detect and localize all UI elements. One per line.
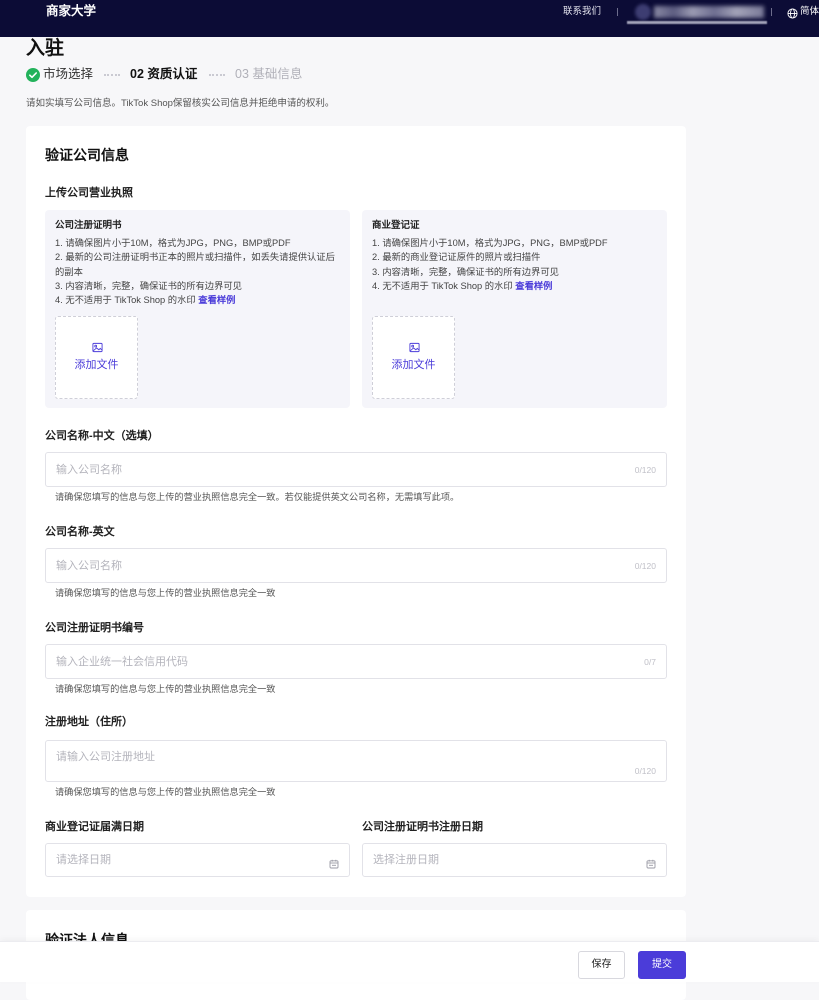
step-connector — [209, 74, 225, 76]
requirement-text: 4. 无不适用于 TikTok Shop 的水印 — [372, 280, 516, 291]
contact-us-link[interactable]: 联系我们 — [563, 5, 601, 18]
view-example-link[interactable]: 查看样例 — [198, 295, 235, 305]
topbar-divider — [617, 8, 618, 16]
view-example-link[interactable]: 查看样例 — [515, 281, 552, 291]
field-help-text: 请确保您填写的信息与您上传的营业执照信息完全一致 — [55, 787, 276, 797]
registration-number-label: 公司注册证明书编号 — [45, 622, 144, 634]
account-menu[interactable] — [627, 3, 767, 24]
upload-panel-title: 商业登记证 — [372, 220, 420, 231]
field-help-text: 请确保您填写的信息与您上传的营业执照信息完全一致 — [55, 684, 276, 694]
form-footer: 保存 提交 — [0, 941, 819, 982]
step-connector — [104, 74, 120, 76]
account-name-redacted — [654, 6, 764, 18]
registration-date-label: 公司注册证明书注册日期 — [362, 821, 483, 833]
add-file-button[interactable]: 添加文件 — [55, 316, 138, 399]
upload-panel-business-registration: 商业登记证 1. 请确保图片小于10M，格式为JPG，PNG，BMP或PDF 2… — [362, 210, 667, 408]
account-underline — [627, 21, 767, 24]
image-icon — [409, 340, 420, 353]
step-qualification: 02 资质认证 — [130, 67, 198, 81]
registration-date-input[interactable] — [373, 844, 633, 876]
language-switcher[interactable]: 简体 — [800, 5, 819, 18]
page-title: 入驻 — [26, 38, 65, 59]
requirement-item: 4. 无不适用于 TikTok Shop 的水印 查看样例 — [372, 279, 660, 293]
requirement-item: 2. 最新的商业登记证原件的照片或扫描件 — [372, 252, 541, 263]
registered-address-textarea[interactable] — [56, 750, 616, 774]
globe-icon[interactable] — [787, 6, 798, 19]
calendar-icon[interactable] — [646, 856, 656, 869]
requirement-item: 3. 内容清晰，完整，确保证书的所有边界可见 — [55, 280, 242, 291]
top-navigation-bar: 商家大学 联系我们 简体 — [0, 0, 819, 37]
registration-number-field[interactable]: 0/7 — [45, 644, 667, 679]
save-button[interactable]: 保存 — [578, 951, 625, 979]
upload-requirements: 1. 请确保图片小于10M，格式为JPG，PNG，BMP或PDF 2. 最新的商… — [372, 236, 660, 293]
notice-text: 请如实填写公司信息。TikTok Shop保留核实公司信息并拒绝申请的权利。 — [26, 98, 335, 109]
company-name-cn-input[interactable] — [56, 453, 616, 486]
field-help-text: 请确保您填写的信息与您上传的营业执照信息完全一致。若仅能提供英文公司名称，无需填… — [55, 492, 460, 502]
expiry-date-input[interactable] — [56, 844, 316, 876]
company-info-card: 验证公司信息 上传公司营业执照 公司注册证明书 1. 请确保图片小于10M，格式… — [26, 126, 686, 897]
check-circle-icon — [26, 68, 40, 82]
step-basic-info: 03 基础信息 — [235, 67, 303, 81]
company-name-en-input[interactable] — [56, 549, 616, 582]
registration-date-picker[interactable] — [362, 843, 667, 877]
company-name-cn-field[interactable]: 0/120 — [45, 452, 667, 487]
expiry-date-picker[interactable] — [45, 843, 350, 877]
brand-title[interactable]: 商家大学 — [46, 3, 96, 19]
company-name-en-field[interactable]: 0/120 — [45, 548, 667, 583]
requirement-text: 4. 无不适用于 TikTok Shop 的水印 — [55, 295, 199, 306]
requirement-item: 1. 请确保图片小于10M，格式为JPG，PNG，BMP或PDF — [55, 238, 291, 248]
avatar — [635, 4, 651, 20]
step-market-selection: 市场选择 — [43, 67, 94, 81]
company-name-cn-label: 公司名称-中文（选填） — [45, 430, 159, 442]
upload-requirements: 1. 请确保图片小于10M，格式为JPG，PNG，BMP或PDF 2. 最新的公… — [55, 236, 343, 307]
add-file-label: 添加文件 — [74, 359, 119, 371]
character-counter: 0/7 — [644, 657, 656, 667]
registered-address-label: 注册地址（住所） — [45, 716, 133, 728]
requirement-item: 2. 最新的公司注册证明书正本的照片或扫描件，如丢失请提供认证后的副本 — [55, 252, 335, 277]
requirement-item: 3. 内容清晰，完整，确保证书的所有边界可见 — [372, 266, 559, 277]
upload-panel-title: 公司注册证明书 — [55, 220, 122, 231]
upload-section-label: 上传公司营业执照 — [45, 187, 133, 199]
calendar-icon[interactable] — [329, 856, 339, 869]
expiry-date-label: 商业登记证届满日期 — [45, 821, 144, 833]
requirement-item: 1. 请确保图片小于10M，格式为JPG，PNG，BMP或PDF — [372, 238, 608, 248]
field-help-text: 请确保您填写的信息与您上传的营业执照信息完全一致 — [55, 588, 276, 598]
registration-number-input[interactable] — [56, 645, 616, 678]
registered-address-field[interactable]: 0/120 — [45, 740, 667, 782]
character-counter: 0/120 — [634, 465, 656, 475]
image-icon — [92, 340, 103, 353]
add-file-label: 添加文件 — [391, 359, 436, 371]
add-file-button[interactable]: 添加文件 — [372, 316, 455, 399]
character-counter: 0/120 — [634, 561, 656, 571]
topbar-divider — [771, 8, 772, 16]
submit-button[interactable]: 提交 — [638, 951, 686, 979]
requirement-item: 4. 无不适用于 TikTok Shop 的水印 查看样例 — [55, 293, 343, 307]
company-name-en-label: 公司名称-英文 — [45, 526, 115, 538]
section-title: 验证公司信息 — [45, 147, 129, 163]
character-counter: 0/120 — [634, 766, 656, 776]
upload-panel-registration-certificate: 公司注册证明书 1. 请确保图片小于10M，格式为JPG，PNG，BMP或PDF… — [45, 210, 350, 408]
